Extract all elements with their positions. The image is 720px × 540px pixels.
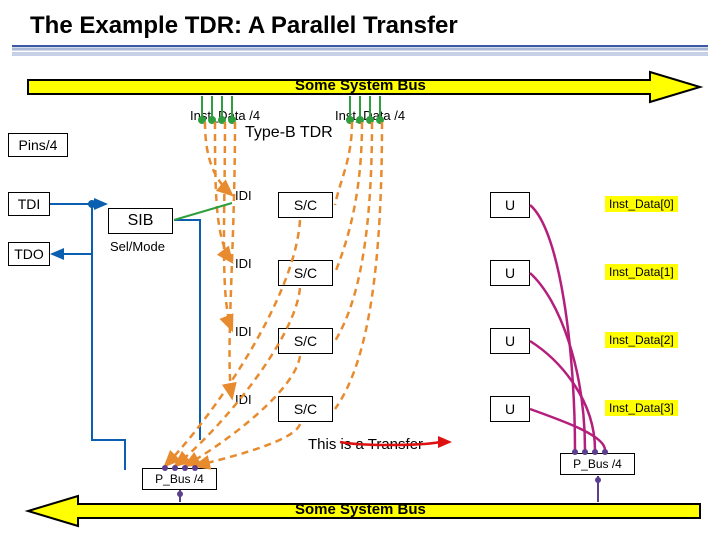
- u-box-1: U: [490, 260, 530, 286]
- bus-bottom-label: Some System Bus: [295, 501, 426, 518]
- inst-label-2: Inst_Data[2]: [605, 332, 678, 348]
- inst-label-1: Inst_Data[1]: [605, 264, 678, 280]
- idi-label-0: IDI: [235, 188, 252, 203]
- sc-box-0: S/C: [278, 192, 333, 218]
- sc-box-2: S/C: [278, 328, 333, 354]
- pbus-left-box: P_Bus /4: [142, 468, 217, 490]
- idi-label-1: IDI: [235, 256, 252, 271]
- page-title: The Example TDR: A Parallel Transfer: [30, 12, 458, 40]
- sc-box-3: S/C: [278, 396, 333, 422]
- pins-box: Pins/4: [8, 133, 68, 157]
- inst-label-0: Inst_Data[0]: [605, 196, 678, 212]
- transfer-text: This is a Transfer: [308, 436, 423, 453]
- bus-top-label: Some System Bus: [295, 77, 426, 94]
- inst-data-top-left: Inst_Data /4: [190, 108, 260, 123]
- tdo-box: TDO: [8, 242, 50, 266]
- idi-label-3: IDI: [235, 392, 252, 407]
- type-label: Type-B TDR: [245, 124, 333, 142]
- idi-label-2: IDI: [235, 324, 252, 339]
- selmode-label: Sel/Mode: [110, 239, 165, 254]
- u-box-0: U: [490, 192, 530, 218]
- pbus-right-box: P_Bus /4: [560, 453, 635, 475]
- u-box-3: U: [490, 396, 530, 422]
- u-box-2: U: [490, 328, 530, 354]
- tdi-box: TDI: [8, 192, 50, 216]
- sib-box: SIB: [108, 208, 173, 234]
- inst-data-top-right: Inst_Data /4: [335, 108, 405, 123]
- inst-label-3: Inst_Data[3]: [605, 400, 678, 416]
- sc-box-1: S/C: [278, 260, 333, 286]
